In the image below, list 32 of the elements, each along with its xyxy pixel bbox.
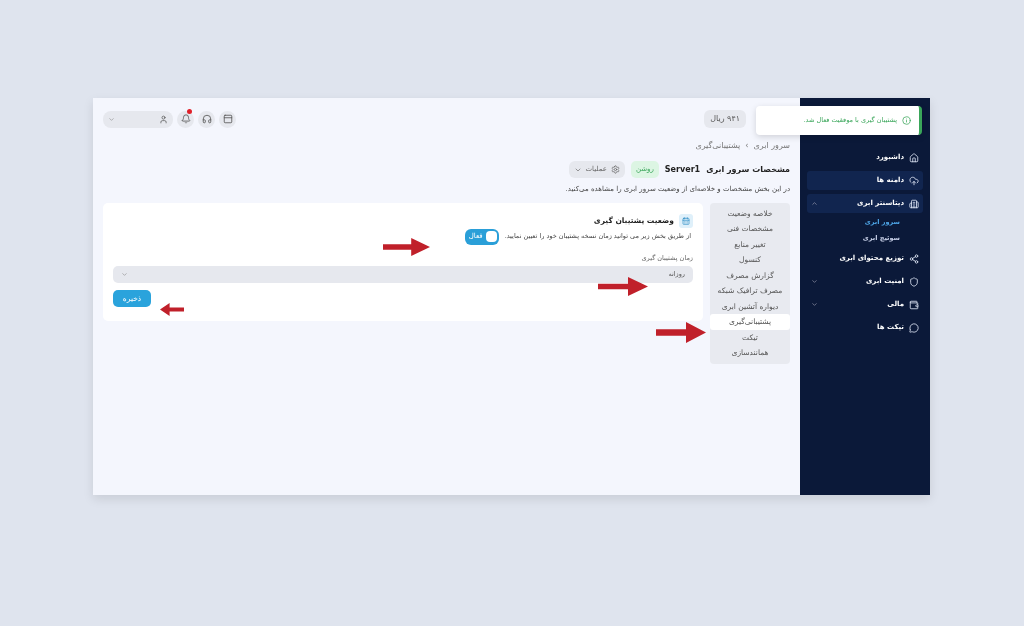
- breadcrumb-link[interactable]: سرور ابری: [753, 140, 790, 152]
- support-button[interactable]: [198, 110, 215, 128]
- annotation-arrow: [656, 322, 706, 343]
- home-icon: [909, 152, 919, 163]
- breadcrumb-current: پشتیبانی‌گیری: [695, 140, 741, 152]
- balance-pill[interactable]: ۹۴۱ ریال: [704, 110, 746, 128]
- annotation-arrow: [383, 238, 430, 256]
- notifications-button[interactable]: [177, 110, 194, 128]
- info-icon: [902, 116, 911, 125]
- gear-icon: [610, 165, 620, 174]
- breadcrumb-separator: ›: [745, 140, 749, 152]
- chevron-icon: [121, 271, 128, 279]
- annotation-arrow: [598, 277, 648, 296]
- share-icon: [909, 253, 919, 264]
- chevron-icon: [108, 115, 115, 123]
- shield-icon: [909, 276, 919, 287]
- chevron-icon: [811, 200, 818, 207]
- building-icon: [909, 198, 919, 209]
- bell-icon: [180, 114, 191, 124]
- wallet-icon: [909, 299, 919, 310]
- headset-icon: [201, 114, 212, 124]
- chevron-icon: [811, 301, 818, 308]
- page-title: مشخصات سرور ابری: [706, 163, 790, 176]
- calendar-button[interactable]: [219, 110, 236, 128]
- server-name: Server1: [664, 163, 701, 176]
- chat-icon: [909, 322, 919, 333]
- panel-icon: [222, 114, 233, 124]
- user-icon: [159, 114, 168, 124]
- cloud-upload-icon: [909, 175, 919, 186]
- annotation-arrow: [160, 303, 184, 316]
- chevron-icon: [811, 278, 818, 285]
- backup-icon: [679, 213, 693, 228]
